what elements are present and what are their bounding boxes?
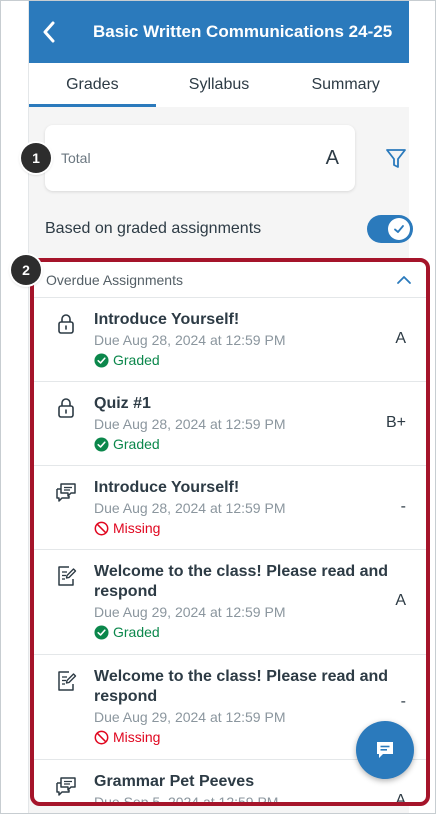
total-label: Total <box>61 150 91 166</box>
assignment-grade: A <box>395 330 406 347</box>
total-grade-card: Total A <box>45 125 355 191</box>
assignment-title: Grammar Pet Peeves <box>94 773 255 790</box>
check-icon <box>394 225 404 233</box>
assignment-grade: - <box>400 693 406 710</box>
based-on-graded-label: Based on graded assignments <box>45 220 262 237</box>
chat-bubble-icon <box>377 742 393 758</box>
assignment-title: Quiz #1 <box>94 395 151 412</box>
course-title: Basic Written Communications 24-25 <box>93 22 393 41</box>
check-circle-icon <box>94 352 109 368</box>
assignment-title: Introduce Yourself! <box>94 311 240 328</box>
assignment-title: Introduce Yourself! <box>94 479 240 496</box>
assignment-title: Welcome to the class! Please read and re… <box>94 668 389 705</box>
app-screen: Basic Written Communications 24-25 Grade… <box>0 0 436 814</box>
back-button[interactable] <box>29 1 69 63</box>
assignment-due-date: Due Sep 5, 2024 at 12:59 PM <box>94 794 279 806</box>
assignment-due-date: Due Aug 28, 2024 at 12:59 PM <box>94 500 286 516</box>
status-graded: Graded <box>94 350 408 370</box>
status-text: Missing <box>113 729 161 745</box>
status-text: Graded <box>113 352 160 368</box>
navigation-bar: Basic Written Communications 24-25 <box>29 1 409 63</box>
assignment-icon <box>58 671 77 691</box>
assignment-row[interactable]: Introduce Yourself! Due Aug 28, 2024 at … <box>34 298 426 382</box>
left-margin <box>1 1 29 813</box>
no-entry-icon <box>94 521 109 535</box>
chat-button[interactable] <box>356 721 414 779</box>
assignment-title: Welcome to the class! Please read and re… <box>94 563 389 600</box>
assignment-row[interactable]: Quiz #1 Due Aug 28, 2024 at 12:59 PM Gra… <box>34 382 426 466</box>
no-entry-icon <box>94 730 109 744</box>
status-graded: Graded <box>94 622 408 642</box>
assignment-icon <box>58 566 77 586</box>
callout-2: 2 <box>11 255 41 285</box>
assignment-grade: A <box>395 792 406 806</box>
assignment-due-date: Due Aug 28, 2024 at 12:59 PM <box>94 416 286 432</box>
status-text: Graded <box>113 436 160 452</box>
toggle-knob <box>388 218 410 240</box>
based-on-graded-toggle[interactable] <box>367 215 413 243</box>
chevron-left-icon <box>43 21 55 43</box>
tab-grades[interactable]: Grades <box>29 63 156 107</box>
section-header[interactable]: Overdue Assignments <box>34 262 426 298</box>
discussion-icon <box>56 483 76 502</box>
assignment-due-date: Due Aug 29, 2024 at 12:59 PM <box>94 604 286 620</box>
check-circle-icon <box>94 624 109 640</box>
status-text: Graded <box>113 624 160 640</box>
status-text: Missing <box>113 520 161 536</box>
status-missing: Missing <box>94 518 408 538</box>
tab-summary[interactable]: Summary <box>282 63 409 107</box>
check-circle-icon <box>94 436 109 452</box>
assignment-grade: A <box>395 592 406 609</box>
tab-syllabus[interactable]: Syllabus <box>156 63 283 107</box>
based-on-graded-row: Based on graded assignments <box>45 211 417 247</box>
assignment-row[interactable]: Introduce Yourself! Due Aug 28, 2024 at … <box>34 466 426 550</box>
status-graded: Graded <box>94 434 408 454</box>
chevron-up-icon <box>397 275 411 284</box>
assignment-row[interactable]: Welcome to the class! Please read and re… <box>34 550 426 655</box>
lock-icon <box>58 314 74 334</box>
assignment-due-date: Due Aug 29, 2024 at 12:59 PM <box>94 709 286 725</box>
filter-icon <box>386 149 406 168</box>
assignment-due-date: Due Aug 28, 2024 at 12:59 PM <box>94 332 286 348</box>
discussion-icon <box>56 777 76 796</box>
callout-1: 1 <box>21 143 51 173</box>
tab-bar: Grades Syllabus Summary <box>29 63 409 107</box>
assignment-grade: B+ <box>385 414 406 431</box>
lock-icon <box>58 398 74 418</box>
assignment-grade: - <box>400 498 406 515</box>
total-grade: A <box>325 146 339 169</box>
filter-button[interactable] <box>381 143 411 173</box>
section-title: Overdue Assignments <box>46 271 183 288</box>
